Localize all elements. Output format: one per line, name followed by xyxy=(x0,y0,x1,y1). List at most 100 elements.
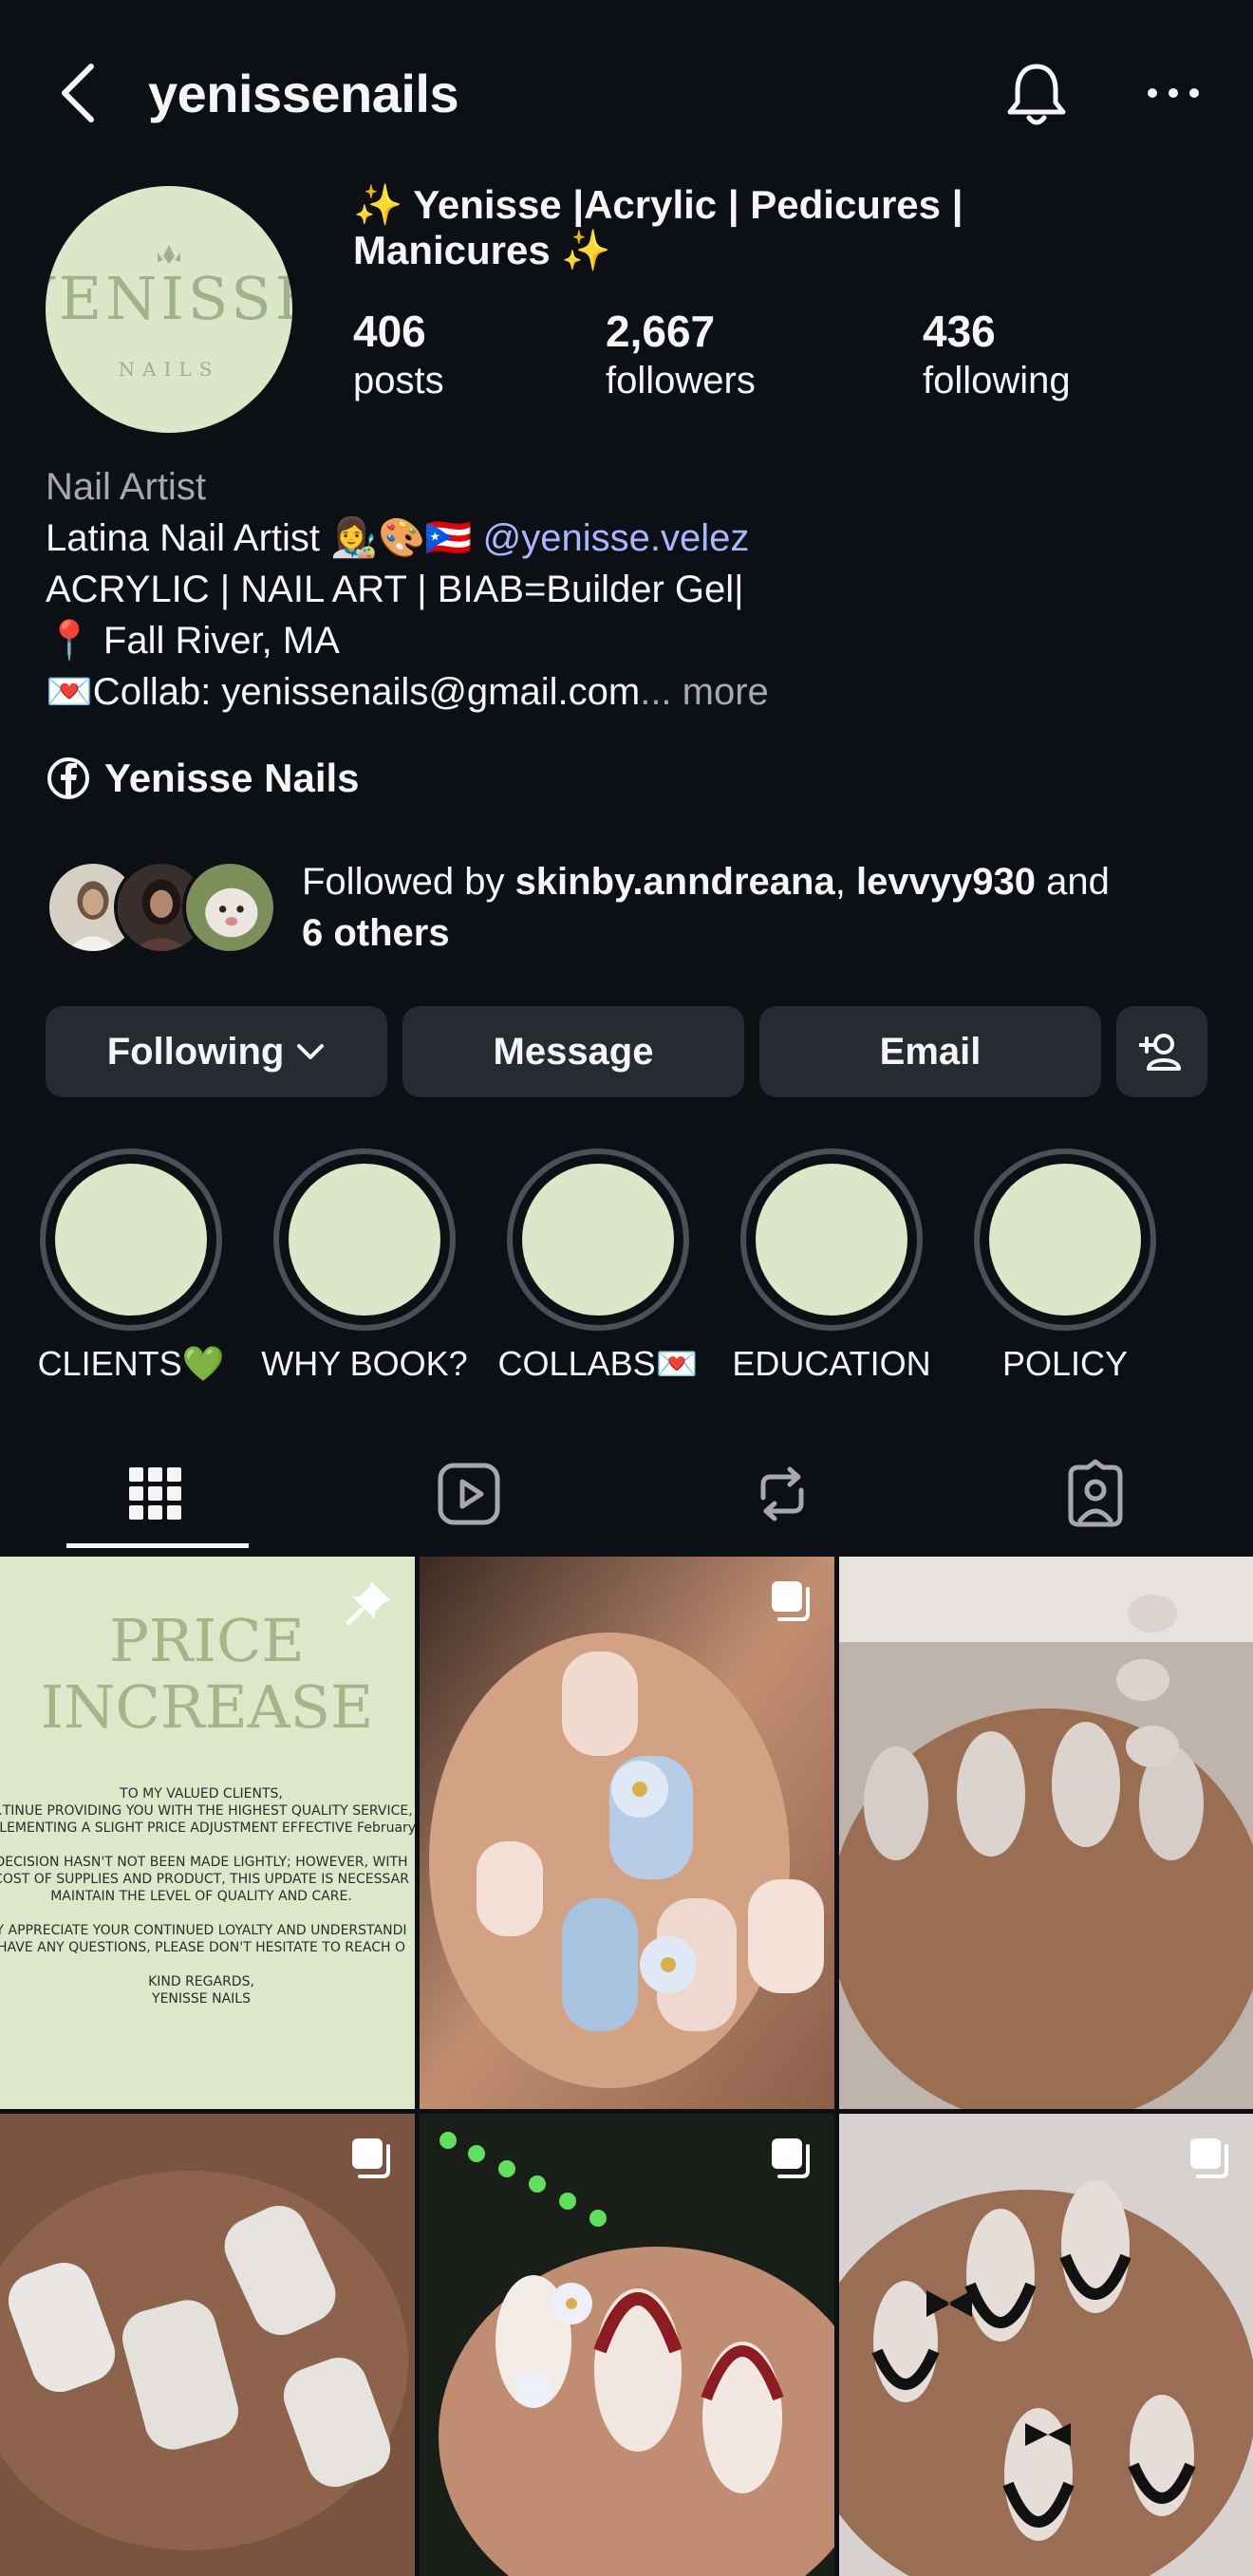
highlight-collabs[interactable]: COLLABS💌 xyxy=(498,1148,698,1383)
post-tile-nails-blue-flowers[interactable] xyxy=(420,1557,834,2109)
bio-more-link[interactable]: more xyxy=(672,671,769,713)
price-text-7: Y APPRECIATE YOUR CONTINUED LOYALTY AND … xyxy=(0,1923,406,1938)
post-tile-nails-nude-almond[interactable] xyxy=(839,1557,1253,2109)
following-button-label: Following xyxy=(106,1030,285,1073)
bio-line-4: 💌Collab: yenissenails@gmail.com... more xyxy=(46,666,1213,718)
post-image xyxy=(0,2114,415,2576)
back-arrow-icon[interactable] xyxy=(53,59,106,127)
profile-avatar[interactable]: YENISSE NAILS xyxy=(46,186,292,433)
email-button[interactable]: Email xyxy=(759,1006,1101,1097)
email-button-label: Email xyxy=(879,1030,982,1073)
price-text-8: HAVE ANY QUESTIONS, PLEASE DON'T HESITAT… xyxy=(0,1940,405,1955)
profile-tabs xyxy=(0,1433,1253,1557)
post-image xyxy=(420,2114,834,2576)
followed-by-text: Followed by skinby.anndreana, levvyy930 … xyxy=(302,856,1232,959)
price-text-10: YENISSE NAILS xyxy=(151,1991,251,2007)
bio-category: Nail Artist xyxy=(46,466,206,508)
highlight-label: EDUCATION xyxy=(732,1344,931,1383)
suggested-users-button[interactable] xyxy=(1116,1006,1207,1097)
price-text-6: MAINTAIN THE LEVEL OF QUALITY AND CARE. xyxy=(50,1889,352,1904)
highlight-cover xyxy=(522,1164,674,1316)
bio-ellipsis: ... xyxy=(640,671,672,713)
message-button[interactable]: Message xyxy=(402,1006,744,1097)
highlight-ring xyxy=(974,1148,1156,1331)
following-label: following xyxy=(923,360,1071,401)
following-stat[interactable]: 436 following xyxy=(923,306,1071,404)
add-person-icon xyxy=(1139,1034,1181,1071)
facebook-label: Yenisse Nails xyxy=(104,756,360,800)
highlight-education[interactable]: EDUCATION xyxy=(732,1148,931,1383)
post-tile-nails-white-swirl[interactable] xyxy=(0,2114,415,2576)
highlight-ring xyxy=(273,1148,456,1331)
price-text-9: KIND REGARDS, xyxy=(148,1974,254,1989)
message-button-label: Message xyxy=(493,1030,654,1073)
bio-line-3: 📍 Fall River, MA xyxy=(46,620,340,662)
highlight-cover xyxy=(989,1164,1141,1316)
price-increase-graphic: PRICE INCREASE TO MY VALUED CLIENTS, ...… xyxy=(0,1606,415,2007)
pin-icon xyxy=(346,1581,390,1626)
following-count: 436 xyxy=(923,307,996,356)
followed-by[interactable]: Followed by skinby.anndreana, levvyy930 … xyxy=(46,856,1213,961)
post-image xyxy=(839,2114,1253,2576)
multiple-posts-icon xyxy=(1190,2138,1228,2178)
followed-by-and: and xyxy=(1036,861,1110,903)
followed-by-prefix: Followed by xyxy=(302,861,515,903)
posts-stat[interactable]: 406 posts xyxy=(353,306,444,404)
price-text-4: DECISION HASN'T NOT BEEN MADE LIGHTLY; H… xyxy=(0,1855,408,1870)
tagged-icon[interactable] xyxy=(1057,1456,1133,1532)
highlight-why-book[interactable]: WHY BOOK? xyxy=(261,1148,468,1383)
chevron-down-icon xyxy=(297,1044,325,1059)
bio-line-1: Latina Nail Artist 👩‍🎨🎨🇵🇷 @yenisse.velez xyxy=(46,513,1213,564)
follower-avatar-3 xyxy=(182,860,277,955)
highlight-ring xyxy=(740,1148,923,1331)
followed-by-user-1[interactable]: skinby.anndreana xyxy=(515,861,835,903)
posts-grid: PRICE INCREASE TO MY VALUED CLIENTS, ...… xyxy=(0,1557,1253,2576)
post-image xyxy=(420,1557,834,2109)
avatar-subtitle: NAILS xyxy=(119,358,220,381)
yenisse-logo: YENISSE NAILS xyxy=(46,245,292,381)
post-tile-nails-red-french[interactable] xyxy=(420,2114,834,2576)
profile-display-name: ✨ Yenisse |Acrylic | Pedicures | Manicur… xyxy=(353,182,963,272)
posts-count: 406 xyxy=(353,307,426,356)
followers-count: 2,667 xyxy=(606,307,716,356)
highlight-label: WHY BOOK? xyxy=(261,1344,468,1383)
price-title-2: INCREASE xyxy=(41,1672,374,1742)
posts-label: posts xyxy=(353,360,444,401)
post-image xyxy=(839,1557,1253,2109)
bio-line-2: ACRYLIC | NAIL ART | BIAB=Builder Gel| xyxy=(46,569,744,610)
grid-icon[interactable] xyxy=(118,1456,194,1532)
highlight-cover xyxy=(756,1164,907,1316)
price-text-1: TO MY VALUED CLIENTS, xyxy=(119,1786,283,1801)
highlight-ring xyxy=(507,1148,689,1331)
highlight-cover xyxy=(289,1164,440,1316)
bio-mention-link[interactable]: @yenisse.velez xyxy=(483,517,750,559)
notifications-bell-icon[interactable] xyxy=(1001,59,1073,131)
highlight-label: COLLABS💌 xyxy=(497,1344,699,1383)
price-text-5: COST OF SUPPLIES AND PRODUCT, THIS UPDAT… xyxy=(0,1872,409,1887)
highlight-cover xyxy=(55,1164,207,1316)
facebook-link[interactable]: Yenisse Nails xyxy=(46,756,360,801)
more-options-icon[interactable] xyxy=(1143,76,1204,110)
highlight-policy[interactable]: POLICY xyxy=(970,1148,1160,1383)
price-text-3: ...LEMENTING A SLIGHT PRICE ADJUSTMENT E… xyxy=(0,1820,415,1836)
highlight-label: CLIENTS💚 xyxy=(37,1344,225,1383)
post-tile-price-increase[interactable]: PRICE INCREASE TO MY VALUED CLIENTS, ...… xyxy=(0,1557,415,2109)
reels-icon[interactable] xyxy=(431,1456,507,1532)
followers-stat[interactable]: 2,667 followers xyxy=(606,306,756,404)
following-button[interactable]: Following xyxy=(46,1006,387,1097)
avatar-wordmark: YENISSE xyxy=(46,264,292,333)
highlight-label: POLICY xyxy=(1001,1344,1129,1383)
followed-by-user-2[interactable]: levvyy930 xyxy=(856,861,1036,903)
followers-label: followers xyxy=(606,360,756,401)
highlight-ring xyxy=(40,1148,222,1331)
followed-by-separator: , xyxy=(834,861,856,903)
multiple-posts-icon xyxy=(352,2138,390,2178)
profile-username: yenissenails xyxy=(148,64,459,123)
highlight-clients[interactable]: CLIENTS💚 xyxy=(36,1148,226,1383)
post-tile-nails-black-bows[interactable] xyxy=(839,2114,1253,2576)
facebook-icon xyxy=(47,757,89,799)
reposts-icon[interactable] xyxy=(744,1456,820,1532)
followed-by-others[interactable]: 6 others xyxy=(302,912,450,954)
bio-line-1-text: Latina Nail Artist 👩‍🎨🎨🇵🇷 xyxy=(46,517,483,559)
multiple-posts-icon xyxy=(772,2138,810,2178)
